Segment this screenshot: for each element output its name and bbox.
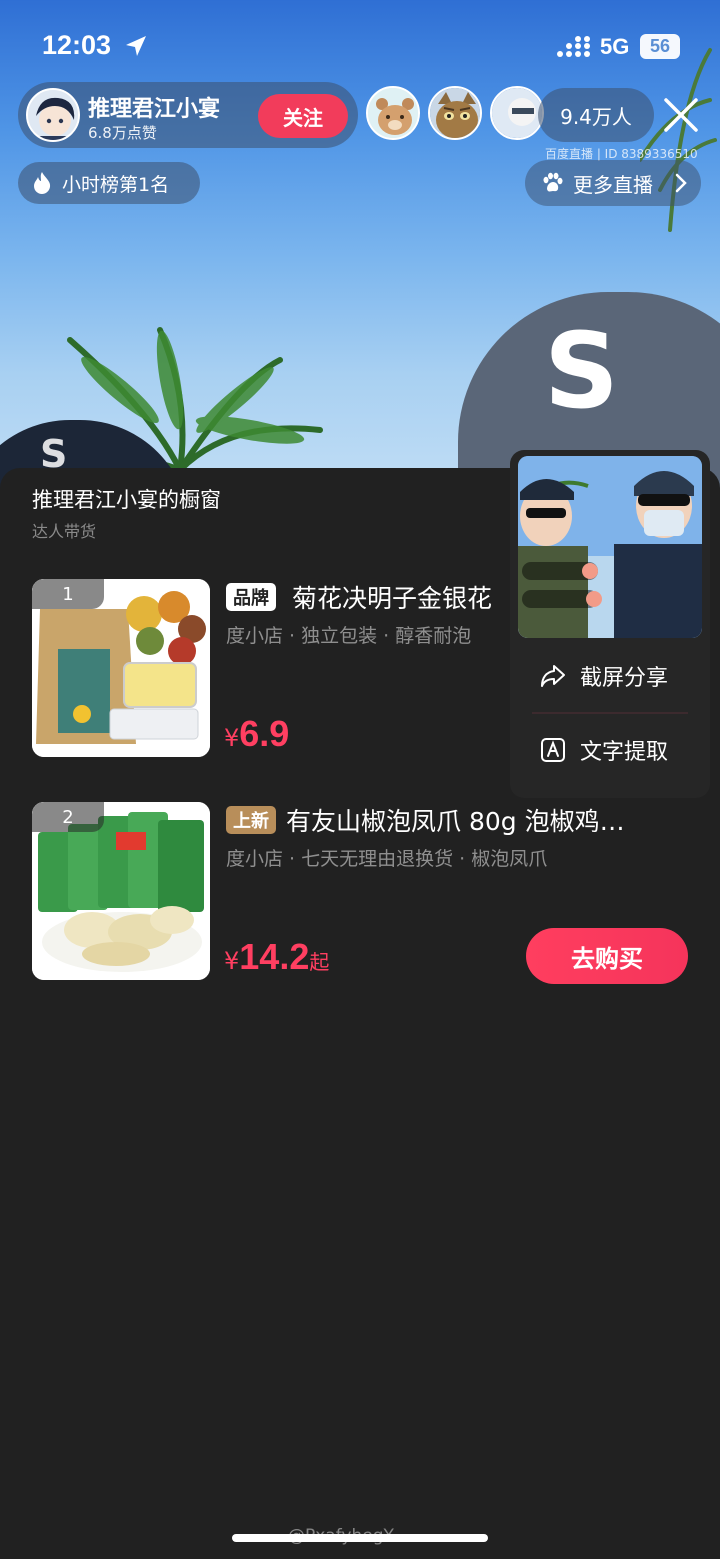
shop-title: 推理君江小宴的橱窗 (32, 488, 221, 512)
paw-icon (543, 172, 563, 192)
menu-divider (532, 712, 688, 714)
text-extract-icon (541, 738, 565, 762)
viewer-count[interactable]: 9.4万人 (538, 88, 654, 142)
viewer-avatar-2[interactable] (428, 86, 482, 140)
host-avatar[interactable] (26, 88, 80, 142)
screenshot-context-menu: 截屏分享 文字提取 (510, 450, 710, 798)
footer-watermark: @PxafyhegY (288, 1526, 394, 1546)
brand-tag: 品牌 (226, 583, 276, 611)
status-time: 12:03 (42, 30, 112, 60)
viewer-avatar-1[interactable] (366, 86, 420, 140)
host-name: 推理君江小宴 (88, 97, 221, 122)
new-tag: 上新 (226, 806, 276, 834)
share-icon (541, 665, 565, 687)
buy-button[interactable]: 去购买 (526, 928, 688, 984)
price-amount: 6.9 (239, 713, 290, 754)
host-info-card[interactable]: 推理君江小宴 6.8万点赞 关注 (18, 82, 358, 148)
product-price-1: ¥6.9 (224, 713, 289, 755)
cap-letter-right: S (544, 310, 619, 432)
viewer-avatar-3[interactable] (490, 86, 544, 140)
product-desc-1: 度小店 · 独立包装 · 醇香耐泡 (226, 625, 472, 647)
location-arrow-icon (126, 36, 146, 56)
close-icon[interactable] (662, 96, 700, 134)
currency-symbol: ¥ (224, 947, 240, 975)
flame-icon (34, 172, 51, 194)
status-bar: 12:03 5G 56 (0, 0, 720, 90)
screenshot-share-item[interactable]: 截屏分享 (540, 656, 700, 696)
product-desc-2: 度小店 · 七天无理由退换货 · 椒泡凤爪 (226, 848, 548, 870)
currency-symbol: ¥ (224, 724, 240, 752)
price-amount: 14.2 (239, 936, 310, 977)
network-type: 5G (600, 34, 630, 59)
product-price-2: ¥14.2起 (224, 936, 329, 978)
follow-button[interactable]: 关注 (258, 94, 348, 138)
screenshot-share-label: 截屏分享 (580, 666, 669, 691)
battery-icon: 56 (640, 34, 680, 59)
shop-subtitle: 达人带货 (32, 522, 97, 541)
more-live-label: 更多直播 (573, 172, 653, 197)
rank-label: 小时榜第1名 (62, 173, 170, 196)
product-image-2[interactable]: 2 (32, 802, 210, 980)
product-image-1[interactable]: 1 (32, 579, 210, 757)
product-title-1: 菊花决明子金银花 (292, 584, 493, 613)
text-extract-item[interactable]: 文字提取 (540, 730, 700, 770)
product-item-2[interactable]: 2 上新 有友山椒泡凤爪 80g 泡椒鸡… 度小店 · 七天无理由退换货 · 椒… (0, 802, 720, 984)
screenshot-thumbnail[interactable] (518, 456, 702, 638)
chevron-right-icon (675, 173, 687, 193)
screenshot-preview-icon (518, 456, 702, 638)
text-extract-label: 文字提取 (580, 740, 669, 765)
avatar-illustration-icon (28, 90, 78, 140)
product-index-1: 1 (32, 579, 104, 609)
signal-icon (557, 36, 590, 57)
price-suffix: 起 (309, 950, 330, 974)
product-index-2: 2 (32, 802, 104, 832)
product-title-2: 有友山椒泡凤爪 80g 泡椒鸡… (286, 807, 625, 836)
host-likes: 6.8万点赞 (88, 124, 157, 142)
more-live-button[interactable]: 更多直播 (525, 160, 701, 206)
hourly-rank-badge[interactable]: 小时榜第1名 (18, 162, 200, 204)
